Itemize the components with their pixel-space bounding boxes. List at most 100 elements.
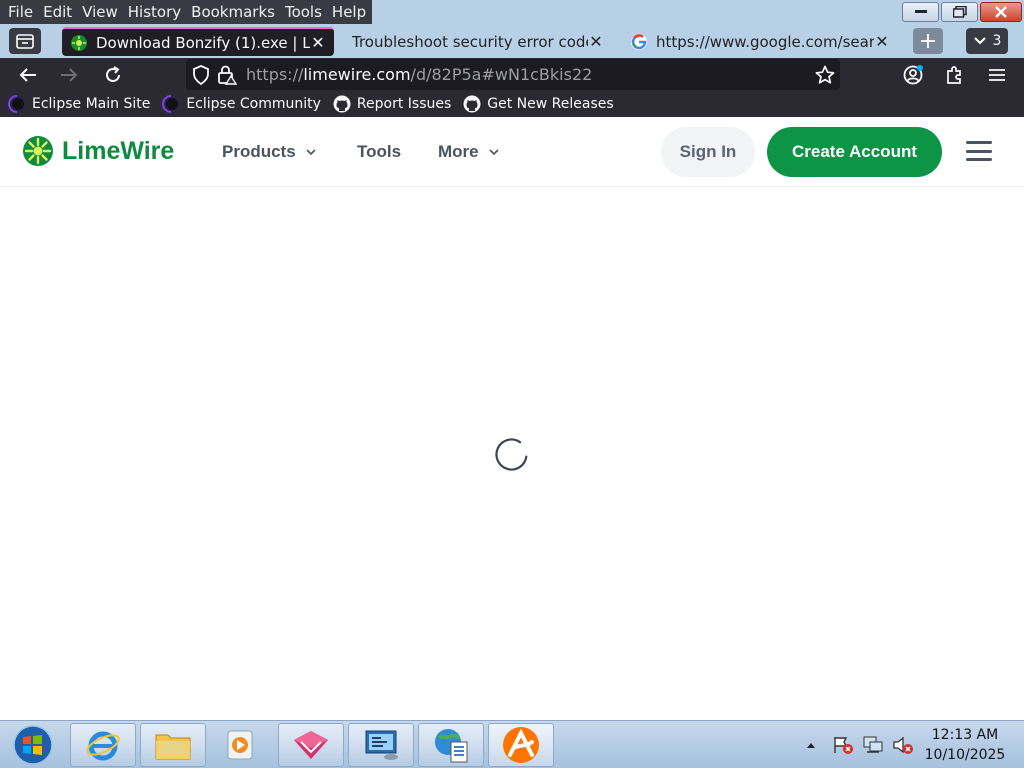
tab-close-icon[interactable]: ✕: [310, 33, 326, 52]
url-scheme: https://: [246, 65, 304, 84]
nav-more[interactable]: More: [438, 142, 499, 162]
site-menu-icon[interactable]: [966, 141, 992, 161]
logo-text: LimeWire: [62, 136, 175, 165]
account-button[interactable]: [900, 62, 926, 88]
tray-action-center[interactable]: [832, 735, 854, 755]
speaker-muted-icon: [893, 736, 913, 754]
shield-icon[interactable]: [192, 65, 210, 85]
hamburger-menu-icon: [989, 69, 1005, 81]
tab-limewire[interactable]: Download Bonzify (1).exe | LimeWire ✕: [62, 27, 334, 56]
menu-history[interactable]: History: [124, 3, 187, 21]
taskbar-internet-explorer[interactable]: [70, 723, 136, 767]
tray-volume[interactable]: [892, 735, 914, 755]
menu-help[interactable]: Help: [328, 3, 372, 21]
limewire-logo[interactable]: LimeWire: [22, 135, 174, 167]
url-path: /d/82P5a#wN1cBkis22: [410, 65, 593, 84]
bookmark-eclipse-main[interactable]: Eclipse Main Site: [8, 95, 150, 113]
bookmark-label: Eclipse Community: [186, 96, 321, 112]
bookmark-label: Eclipse Main Site: [32, 96, 151, 112]
internet-explorer-icon: [86, 731, 120, 761]
taskbar-app-pink[interactable]: [278, 723, 344, 767]
menu-edit[interactable]: Edit: [39, 3, 78, 21]
eclipse-icon: [8, 95, 25, 113]
nav-tools[interactable]: Tools: [357, 142, 401, 162]
back-arrow-icon: [19, 68, 36, 82]
taskbar-file-explorer[interactable]: [140, 723, 206, 767]
google-favicon-icon: [631, 33, 647, 50]
network-icon: [863, 736, 883, 753]
computer-settings-icon: [365, 730, 398, 760]
triangle-up-icon: [807, 743, 815, 748]
github-icon: [463, 95, 481, 113]
taskbar-network-app[interactable]: [418, 723, 484, 767]
puzzle-icon: [947, 66, 961, 84]
menu-bar: File Edit View History Bookmarks Tools H…: [0, 0, 373, 24]
reload-button[interactable]: [100, 62, 126, 88]
tab-strip: Download Bonzify (1).exe | LimeWire ✕ Tr…: [0, 24, 1024, 58]
flag-error-icon: [834, 737, 853, 754]
bookmark-eclipse-community[interactable]: Eclipse Community: [162, 95, 321, 113]
app-menu-button[interactable]: [984, 62, 1010, 88]
nav-more-label: More: [438, 142, 479, 161]
taskbar-media-player[interactable]: [208, 723, 274, 767]
windows-start-icon: [13, 725, 53, 765]
menu-file[interactable]: File: [4, 3, 39, 21]
taskbar-avast[interactable]: [488, 723, 554, 767]
taskbar-control-panel[interactable]: [348, 723, 414, 767]
menu-tools[interactable]: Tools: [281, 3, 328, 21]
bookmark-label: Get New Releases: [487, 96, 614, 112]
clock-date: 10/10/2025: [924, 747, 1006, 763]
tab-title: https://www.google.com/search: [656, 32, 874, 51]
limewire-favicon-icon: [71, 34, 87, 51]
tab-close-icon[interactable]: ✕: [588, 32, 604, 51]
tab-title: Troubleshoot security error codes on: [352, 32, 588, 51]
restore-button[interactable]: [941, 2, 978, 22]
sign-in-button[interactable]: Sign In: [661, 127, 755, 177]
tab-google-search[interactable]: https://www.google.com/search ✕: [622, 27, 898, 56]
window-title-bar: File Edit View History Bookmarks Tools H…: [0, 0, 1024, 24]
tray-network[interactable]: [862, 735, 884, 755]
nav-tools-label: Tools: [357, 142, 402, 161]
avast-icon: [503, 727, 539, 763]
bookmark-get-new-releases[interactable]: Get New Releases: [463, 95, 614, 113]
bookmark-star-icon[interactable]: [815, 65, 835, 85]
limewire-logo-icon: [23, 136, 53, 166]
lock-warning-icon[interactable]: [217, 64, 237, 85]
tab-title: Download Bonzify (1).exe | LimeWire: [96, 33, 310, 52]
new-tab-button[interactable]: +: [913, 28, 943, 54]
bookmark-report-issues[interactable]: Report Issues: [333, 95, 451, 113]
clock-time: 12:13 AM: [931, 727, 999, 743]
show-hidden-icons-button[interactable]: [800, 735, 822, 755]
list-all-tabs-button[interactable]: 3: [966, 28, 1008, 54]
chevron-down-icon: [489, 148, 499, 155]
url-domain: limewire.com: [303, 65, 411, 84]
chevron-down-icon: [306, 148, 316, 155]
tab-close-icon[interactable]: ✕: [874, 32, 890, 51]
extensions-button[interactable]: [942, 62, 968, 88]
system-clock[interactable]: 12:13 AM 10/10/2025: [924, 725, 1006, 765]
chevron-down-icon: [973, 37, 986, 45]
app-cube-icon: [294, 731, 328, 759]
nav-products[interactable]: Products: [222, 142, 316, 162]
start-button[interactable]: [8, 724, 58, 766]
close-window-button[interactable]: [980, 2, 1022, 22]
create-account-button[interactable]: Create Account: [767, 127, 942, 177]
nav-toolbar: https://limewire.com/d/82P5a#wN1cBkis22: [0, 58, 1024, 91]
url-bar[interactable]: https://limewire.com/d/82P5a#wN1cBkis22: [186, 59, 840, 90]
forward-arrow-icon: [61, 68, 78, 82]
minimize-button[interactable]: [902, 2, 939, 22]
folder-icon: [155, 734, 191, 760]
menu-view[interactable]: View: [78, 3, 124, 21]
tab-troubleshoot[interactable]: Troubleshoot security error codes on ✕: [342, 27, 612, 56]
forward-button[interactable]: [56, 62, 82, 88]
tab-overview-button[interactable]: [9, 28, 41, 54]
menu-bookmarks[interactable]: Bookmarks: [187, 3, 281, 21]
back-button[interactable]: [15, 62, 41, 88]
media-player-icon: [227, 730, 253, 760]
url-text[interactable]: https://limewire.com/d/82P5a#wN1cBkis22: [246, 65, 592, 84]
taskbar: 12:13 AM 10/10/2025: [0, 720, 1024, 768]
reload-icon: [106, 66, 120, 82]
site-header: LimeWire Products Tools More Sign In Cre…: [0, 117, 1024, 187]
eclipse-icon: [162, 95, 180, 113]
globe-document-icon: [435, 729, 468, 763]
